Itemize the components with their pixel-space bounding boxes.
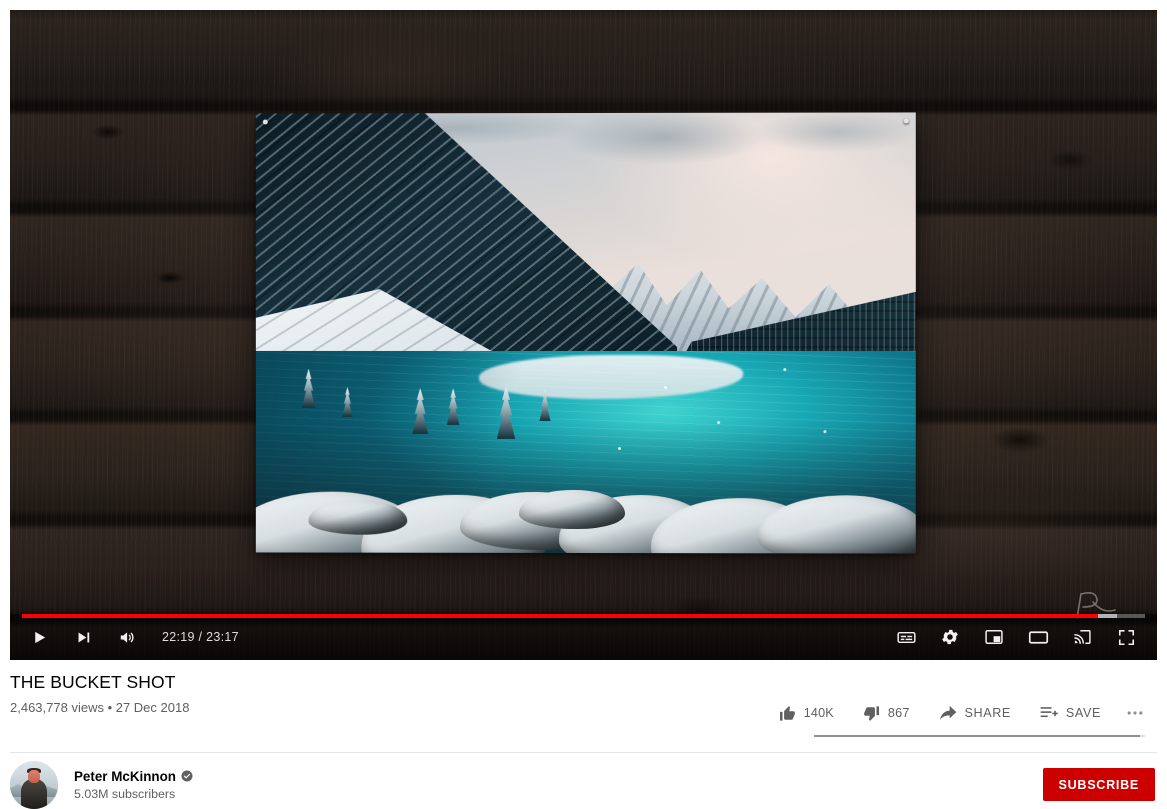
subtitles-icon[interactable]	[893, 624, 919, 650]
share-button[interactable]: SHARE	[924, 698, 1025, 728]
theater-mode-icon[interactable]	[1025, 624, 1051, 650]
like-ratio-fill	[814, 735, 1140, 737]
controls-right-group[interactable]	[893, 622, 1139, 652]
channel-name[interactable]: Peter McKinnon	[74, 769, 193, 784]
like-count: 140K	[803, 706, 834, 720]
player-control-bar[interactable]: 22:19 / 23:17	[10, 614, 1157, 660]
avatar[interactable]	[10, 760, 58, 809]
channel-info-row: Peter McKinnon 5.03M subscribers SUBSCRI…	[10, 760, 1157, 809]
channel-name-label: Peter McKinnon	[74, 768, 176, 784]
progress-played	[22, 614, 1098, 618]
miniplayer-icon[interactable]	[981, 624, 1007, 650]
time-display: 22:19 / 23:17	[162, 630, 239, 644]
cast-icon[interactable]	[1069, 624, 1095, 650]
subscriber-count: 5.03M subscribers	[74, 786, 176, 801]
thumbs-down-icon	[864, 705, 879, 721]
dislike-count: 867	[887, 706, 910, 720]
video-action-buttons[interactable]: 140K 867 SHARE SAVE	[764, 698, 1155, 728]
print-pin-top-right	[903, 118, 909, 124]
video-meta-section: THE BUCKET SHOT 2,463,778 views • 27 Dec…	[10, 672, 1157, 737]
foreground-rocks	[255, 420, 916, 554]
video-player[interactable]: 22:19 / 23:17	[10, 10, 1157, 660]
save-playlist-icon	[1040, 707, 1058, 718]
volume-icon[interactable]	[114, 624, 140, 650]
share-arrow-icon	[939, 705, 956, 720]
more-actions-button[interactable]	[1115, 698, 1155, 728]
settings-gear-icon[interactable]	[937, 624, 963, 650]
dislike-button[interactable]: 867	[848, 698, 924, 728]
thumbs-up-icon	[779, 705, 795, 721]
like-button[interactable]: 140K	[764, 698, 848, 728]
play-icon[interactable]	[26, 624, 52, 650]
more-actions-icon	[1127, 711, 1143, 715]
mountain-lake-photo-print	[255, 112, 916, 554]
next-video-icon[interactable]	[70, 624, 96, 650]
subscribe-button[interactable]: SUBSCRIBE	[1042, 768, 1155, 801]
lake-snow-patch	[479, 354, 744, 400]
share-label: SHARE	[964, 706, 1011, 720]
save-label: SAVE	[1065, 706, 1101, 720]
progress-bar[interactable]	[22, 614, 1145, 618]
print-pin-top-left	[262, 119, 268, 125]
like-dislike-ratio-bar	[814, 735, 1145, 737]
channel-text-block: Peter McKinnon 5.03M subscribers	[74, 769, 193, 801]
verified-check-icon	[181, 770, 193, 782]
save-button[interactable]: SAVE	[1025, 698, 1115, 728]
page-title: THE BUCKET SHOT	[10, 672, 176, 692]
controls-left-group[interactable]: 22:19 / 23:17	[26, 622, 239, 652]
fullscreen-icon[interactable]	[1113, 624, 1139, 650]
section-divider	[10, 752, 1157, 753]
